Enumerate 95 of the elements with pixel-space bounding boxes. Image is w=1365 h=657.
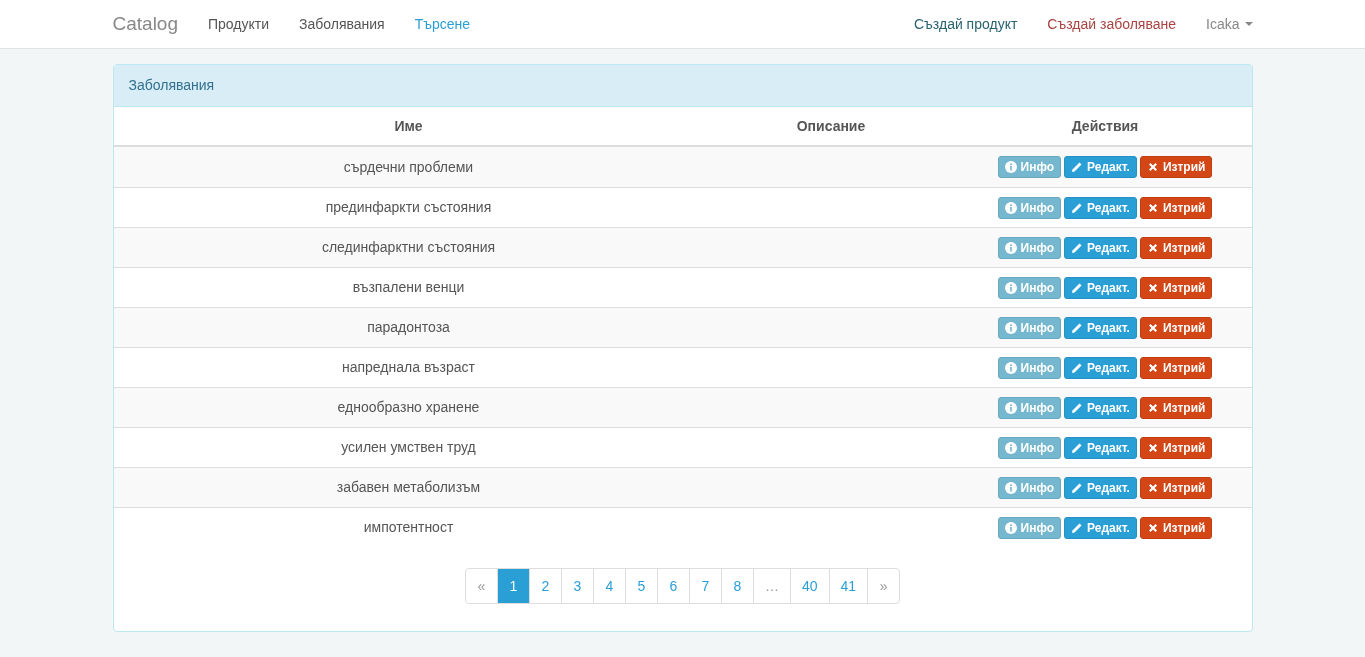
page-link[interactable]: 5	[624, 568, 658, 604]
table-cell-text: напреднала възраст	[341, 358, 476, 377]
pencil-icon	[1071, 281, 1084, 294]
info-button[interactable]: Инфо	[997, 156, 1062, 178]
page-link[interactable]: 7	[688, 568, 722, 604]
caret-icon	[1244, 22, 1253, 26]
cross-icon	[1146, 161, 1159, 173]
pencil-icon	[1071, 201, 1084, 214]
info-icon	[1004, 161, 1017, 173]
delete-button[interactable]: Изтрий	[1139, 516, 1213, 539]
info-button[interactable]: Инфо	[997, 356, 1062, 379]
page-link[interactable]: 2	[528, 568, 562, 604]
info-icon	[1004, 401, 1017, 414]
info-icon	[1004, 521, 1017, 534]
column-header: Действия	[1070, 116, 1140, 136]
cross-icon	[1146, 521, 1159, 534]
delete-button[interactable]: Изтрий	[1139, 396, 1213, 419]
page-link[interactable]: 8	[720, 568, 754, 604]
edit-button[interactable]: Редакт.	[1064, 316, 1137, 339]
page-link[interactable]: 1	[496, 568, 530, 604]
delete-button[interactable]: Изтрий	[1139, 356, 1213, 379]
page-link[interactable]: 41	[828, 568, 869, 604]
table-cell-text: импотентност	[362, 518, 455, 537]
info-button[interactable]: Инфо	[997, 516, 1062, 539]
pencil-icon	[1071, 241, 1084, 254]
table-cell-text: парадонтоза	[366, 318, 451, 337]
panel-title: Заболявания	[113, 65, 1252, 107]
info-button[interactable]: Инфо	[997, 396, 1062, 419]
info-button[interactable]: Инфо	[997, 316, 1062, 339]
page-link[interactable]: 3	[560, 568, 594, 604]
pencil-icon	[1071, 161, 1084, 173]
pencil-icon	[1071, 401, 1084, 414]
arrow-link[interactable]: »	[867, 568, 901, 604]
info-icon	[1004, 441, 1017, 454]
cross-icon	[1146, 401, 1159, 414]
cross-icon	[1146, 281, 1159, 294]
nav-link[interactable]: Създай заболяване	[1047, 13, 1177, 35]
ellipsis[interactable]: …	[752, 568, 791, 604]
table-cell-text: сърдечни проблеми	[342, 157, 475, 177]
table-cell-text: слединфарктни състояния	[320, 238, 497, 257]
cross-icon	[1146, 241, 1159, 254]
delete-button[interactable]: Изтрий	[1139, 436, 1213, 459]
info-icon	[1004, 321, 1017, 334]
cross-icon	[1146, 201, 1159, 214]
table-cell-text: усилен умствен труд	[340, 438, 477, 457]
page-link[interactable]: 40	[789, 568, 830, 604]
info-icon	[1004, 281, 1017, 294]
edit-button[interactable]: Редакт.	[1064, 436, 1137, 459]
cross-icon	[1146, 361, 1159, 374]
cross-icon	[1146, 441, 1159, 454]
pencil-icon	[1071, 321, 1084, 334]
edit-button[interactable]: Редакт.	[1064, 356, 1137, 379]
info-icon	[1004, 481, 1017, 494]
edit-button[interactable]: Редакт.	[1064, 156, 1137, 178]
pencil-icon	[1071, 481, 1084, 494]
info-icon	[1004, 201, 1017, 214]
delete-button[interactable]: Изтрий	[1139, 316, 1213, 339]
nav-link[interactable]: Продукти	[208, 13, 269, 35]
delete-button[interactable]: Изтрий	[1139, 476, 1213, 499]
edit-button[interactable]: Редакт.	[1064, 236, 1137, 259]
column-header: Описание	[795, 116, 867, 136]
info-button[interactable]: Инфо	[997, 196, 1062, 219]
info-icon	[1004, 241, 1017, 254]
edit-button[interactable]: Редакт.	[1064, 276, 1137, 299]
cross-icon	[1146, 481, 1159, 494]
nav-link[interactable]: Заболявания	[299, 13, 385, 35]
info-button[interactable]: Инфо	[997, 476, 1062, 499]
cross-icon	[1146, 321, 1159, 334]
nav-link[interactable]: Търсене	[414, 13, 471, 35]
table-cell-text: възпалени венци	[351, 278, 466, 297]
user-menu[interactable]: Icaka	[1206, 13, 1253, 35]
table-cell-text: прединфаркти състояния	[324, 198, 493, 217]
table-cell-text: забавен метаболизъм	[335, 478, 482, 497]
nav-link[interactable]: Създай продукт	[914, 13, 1018, 35]
column-header: Име	[393, 116, 424, 136]
page-link[interactable]: 6	[656, 568, 690, 604]
info-icon	[1004, 361, 1017, 374]
pencil-icon	[1071, 441, 1084, 454]
edit-button[interactable]: Редакт.	[1064, 196, 1137, 219]
edit-button[interactable]: Редакт.	[1064, 396, 1137, 419]
info-button[interactable]: Инфо	[997, 436, 1062, 459]
info-button[interactable]: Инфо	[997, 276, 1062, 299]
page-link[interactable]: 4	[592, 568, 626, 604]
arrow-link[interactable]: «	[464, 568, 498, 604]
pencil-icon	[1071, 521, 1084, 534]
delete-button[interactable]: Изтрий	[1139, 236, 1213, 259]
brand-link[interactable]: Catalog	[112, 9, 178, 39]
delete-button[interactable]: Изтрий	[1139, 156, 1213, 178]
pencil-icon	[1071, 361, 1084, 374]
edit-button[interactable]: Редакт.	[1064, 516, 1137, 539]
info-button[interactable]: Инфо	[997, 236, 1062, 259]
delete-button[interactable]: Изтрий	[1139, 276, 1213, 299]
delete-button[interactable]: Изтрий	[1139, 196, 1213, 219]
table-cell-text: еднообразно хранене	[336, 398, 481, 417]
edit-button[interactable]: Редакт.	[1064, 476, 1137, 499]
